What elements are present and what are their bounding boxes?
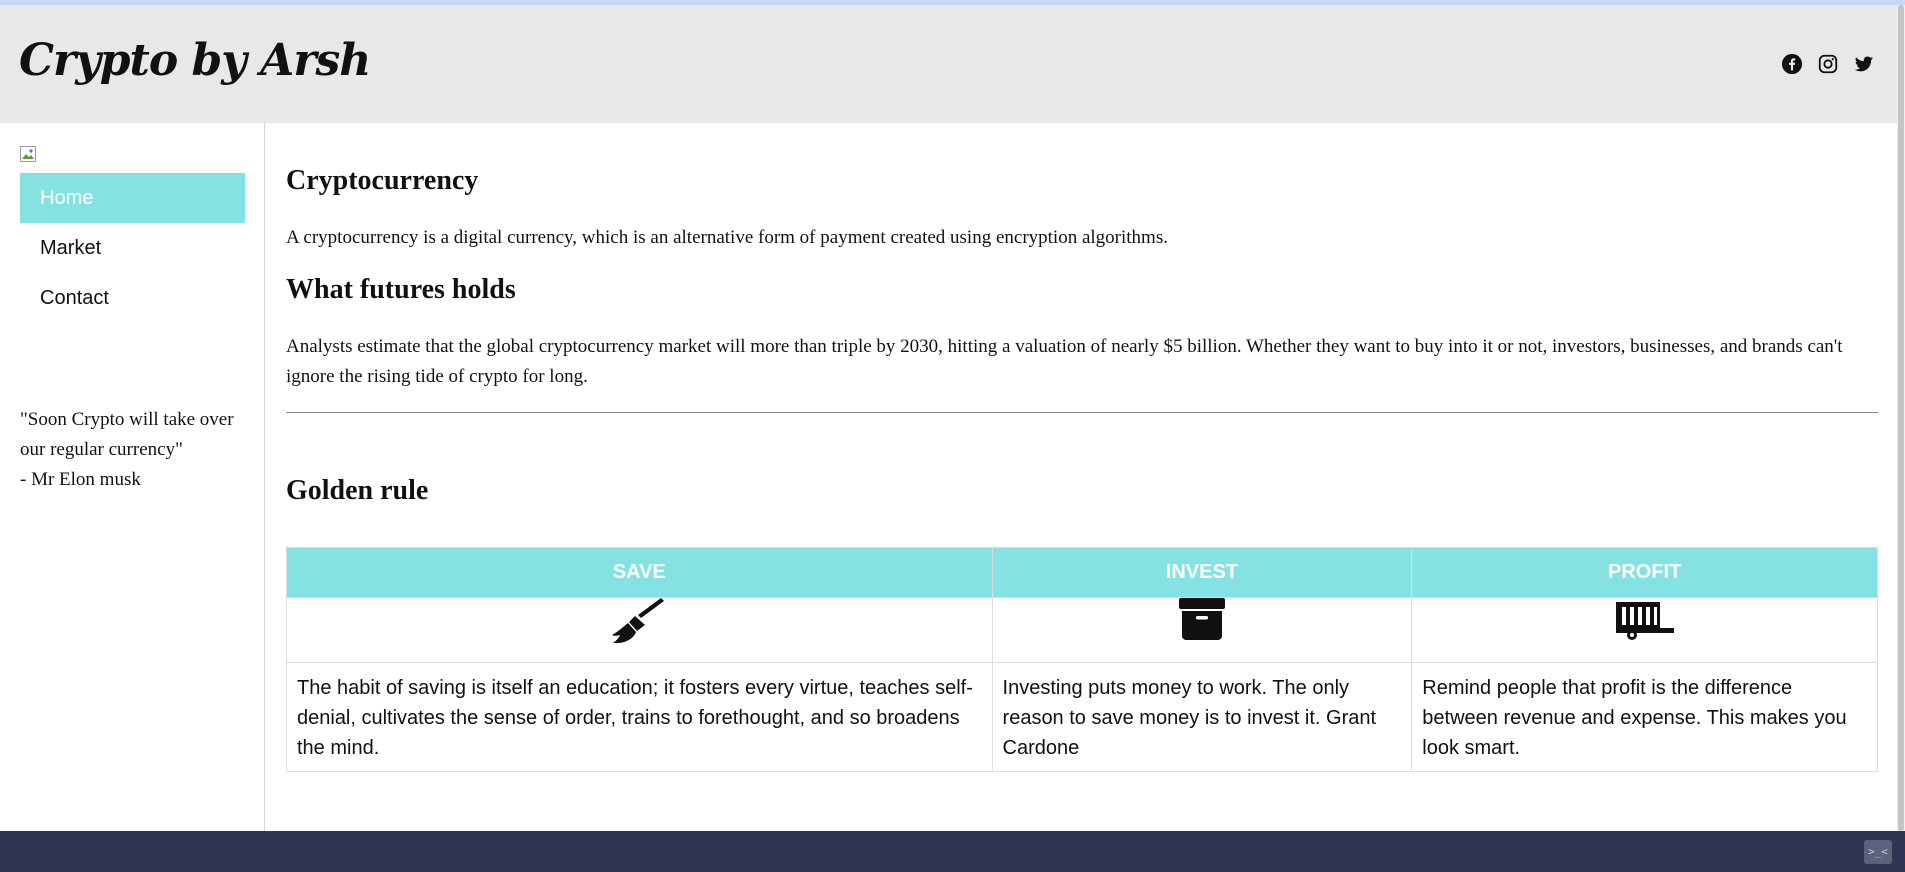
twitter-icon[interactable] [1853,53,1875,75]
site-footer: >_< [0,831,1905,872]
section-body-cryptocurrency: A cryptocurrency is a digital currency, … [286,227,1168,248]
broken-image-icon [20,146,36,162]
social-links [1781,53,1875,75]
instagram-icon[interactable] [1817,53,1839,75]
table-cell-profit-text: Remind people that profit is the differe… [1411,662,1878,772]
section-title-cryptocurrency: Cryptocurrency [286,165,479,196]
section-body-futures: Analysts estimate that the global crypto… [286,336,1843,387]
sidebar: Home Market Contact "Soon Crypto will ta… [0,123,265,831]
sidebar-nav: Home Market Contact [20,173,245,323]
table-cell-save-text: The habit of saving is itself an educati… [286,662,993,772]
column-header-invest: INVEST [991,547,1413,598]
sidebar-quote: "Soon Crypto will take over our regular … [20,405,255,495]
trailer-icon [1615,602,1674,640]
table-cell [1411,597,1878,663]
table-text-row: The habit of saving is itself an educati… [286,662,1878,772]
table-cell-invest-text: Investing puts money to work. The only r… [991,662,1413,772]
column-header-save: SAVE [286,547,993,598]
table-cell [286,597,993,663]
golden-rule-table: SAVE INVEST PROFIT The habit of saving i… [286,547,1878,772]
section-title-golden-rule: Golden rule [286,475,429,506]
divider [286,412,1878,413]
quote-author: - Mr Elon musk [20,469,141,490]
table-icon-row [286,597,1878,663]
scrollbar-thumb[interactable] [1898,5,1904,831]
facebook-icon[interactable] [1781,53,1803,75]
sidebar-item-market[interactable]: Market [20,223,245,273]
section-title-futures: What futures holds [286,274,516,305]
quote-text: "Soon Crypto will take over our regular … [20,409,234,460]
archive-box-icon [1178,598,1225,640]
brand-logo-text[interactable]: Crypto by Arsh [19,35,371,86]
page-scrollbar[interactable] [1897,5,1905,831]
broom-icon [612,598,665,644]
site-header: Crypto by Arsh [0,5,1897,123]
sidebar-item-home[interactable]: Home [20,173,245,223]
column-header-profit: PROFIT [1411,547,1878,598]
corner-widget-button[interactable]: >_< [1864,840,1892,864]
table-header-row: SAVE INVEST PROFIT [286,547,1878,598]
table-cell [991,597,1413,663]
sidebar-item-contact[interactable]: Contact [20,273,245,323]
